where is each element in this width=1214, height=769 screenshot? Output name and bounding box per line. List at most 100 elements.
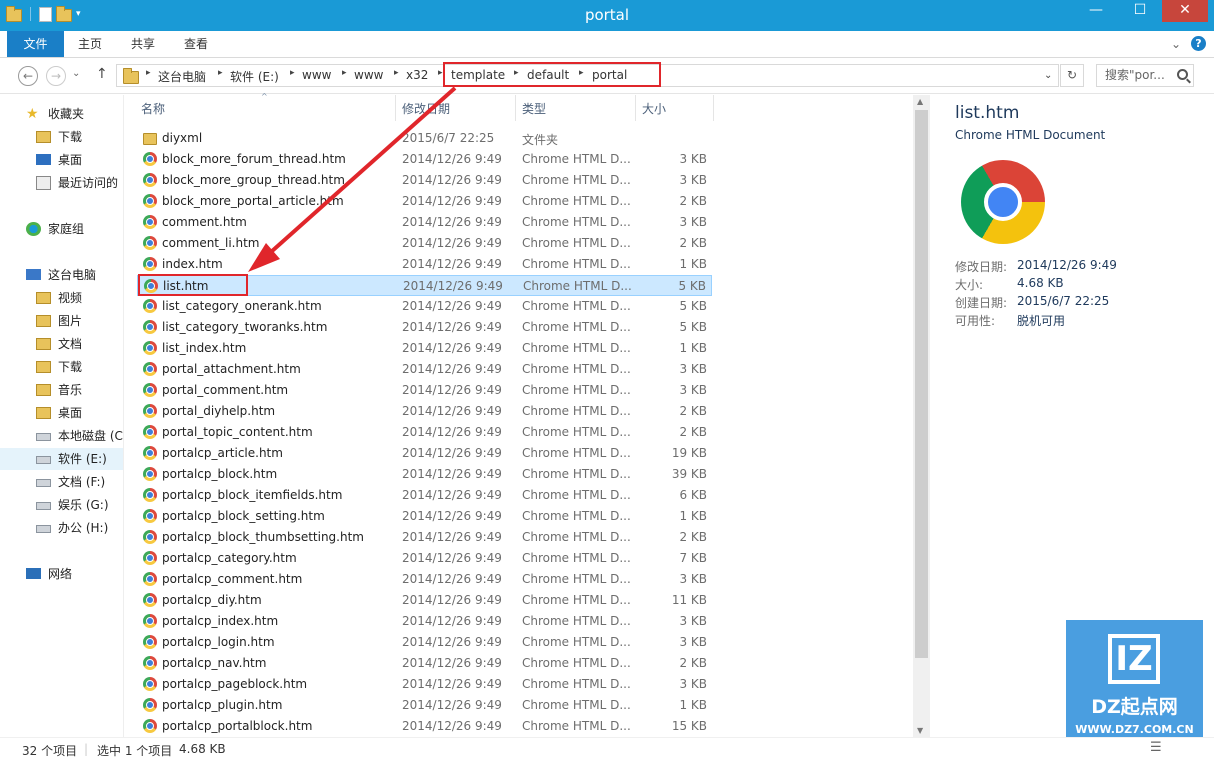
sidebar-item-label: 视频 — [58, 291, 83, 305]
file-row[interactable]: comment_li.htm 2014/12/26 9:49 Chrome HTML… — [137, 233, 712, 254]
breadcrumb-www[interactable]: www — [302, 68, 331, 82]
details-view-icon[interactable]: ☰ — [1150, 740, 1162, 755]
sidebar-item[interactable]: 本地磁盘 (C — [0, 425, 123, 447]
file-row[interactable]: portal_comment.htm 2014/12/26 9:49 Chrome … — [137, 380, 712, 401]
file-row[interactable]: block_more_group_thread.htm 2014/12/26 9:… — [137, 170, 712, 191]
sidebar-item[interactable]: ★ 收藏夹 — [0, 103, 123, 125]
file-row[interactable]: diyxml 2015/6/7 22:25 文件夹 — [137, 128, 712, 149]
chevron-right-icon: ▸ — [438, 68, 443, 78]
file-row[interactable]: portalcp_diy.htm 2014/12/26 9:49 Chrome HT… — [137, 590, 712, 611]
sidebar-item[interactable]: 家庭组 — [0, 218, 123, 240]
sidebar-item[interactable]: 这台电脑 — [0, 264, 123, 286]
file-row[interactable]: portal_diyhelp.htm 2014/12/26 9:49 Chrome … — [137, 401, 712, 422]
sidebar-item[interactable]: 下载 — [0, 356, 123, 378]
file-row[interactable]: portal_attachment.htm 2014/12/26 9:49 Chro… — [137, 359, 712, 380]
file-row[interactable]: portalcp_portalblock.htm 2014/12/26 9:49 C… — [137, 716, 712, 737]
scrollbar-thumb[interactable] — [915, 110, 928, 658]
breadcrumb-x32[interactable]: x32 — [406, 68, 428, 82]
details-file-type: Chrome HTML Document — [955, 128, 1106, 142]
column-header-size[interactable]: 大小 — [642, 100, 666, 117]
file-row[interactable]: portalcp_pageblock.htm 2014/12/26 9:49 Chr… — [137, 674, 712, 695]
breadcrumb-drive-e[interactable]: 软件 (E:) — [230, 68, 279, 85]
vertical-scrollbar[interactable]: ▲ ▼ — [913, 95, 930, 737]
column-divider[interactable] — [515, 95, 516, 121]
sidebar-item[interactable]: 软件 (E:) — [0, 448, 123, 470]
address-history-icon[interactable]: ⌄ — [1044, 70, 1052, 81]
file-type: Chrome HTML D... — [522, 719, 631, 733]
status-selected: 选中 1 个项目 — [97, 744, 173, 758]
file-type: Chrome HTML D... — [523, 279, 632, 293]
minimize-button[interactable]: — — [1074, 0, 1118, 22]
file-size: 3 KB — [679, 152, 707, 166]
file-size: 1 KB — [679, 341, 707, 355]
file-row[interactable]: portalcp_index.htm 2014/12/26 9:49 Chrome … — [137, 611, 712, 632]
file-row[interactable]: list_index.htm 2014/12/26 9:49 Chrome HTML… — [137, 338, 712, 359]
file-row[interactable]: portalcp_block_itemfields.htm 2014/12/26 … — [137, 485, 712, 506]
file-row[interactable]: index.htm 2014/12/26 9:49 Chrome HTML D...… — [137, 254, 712, 275]
file-row[interactable]: portalcp_article.htm 2014/12/26 9:49 Chrom… — [137, 443, 712, 464]
file-date: 2014/12/26 9:49 — [402, 509, 502, 523]
file-row[interactable]: portalcp_category.htm 2014/12/26 9:49 Chro… — [137, 548, 712, 569]
search-input[interactable]: 搜索"por... — [1096, 64, 1194, 87]
file-name: portalcp_comment.htm — [162, 572, 303, 586]
maximize-button[interactable]: ☐ — [1118, 0, 1162, 22]
column-header-name[interactable]: 名称 — [141, 100, 165, 117]
scroll-up-icon[interactable]: ▲ — [917, 97, 923, 106]
sort-indicator-icon: ^ — [261, 92, 268, 101]
file-row[interactable]: portalcp_block_setting.htm 2014/12/26 9:4… — [137, 506, 712, 527]
tab-home[interactable]: 主页 — [78, 31, 102, 57]
help-icon[interactable]: ? — [1191, 36, 1206, 51]
close-button[interactable]: ✕ — [1162, 0, 1208, 22]
column-divider[interactable] — [635, 95, 636, 121]
sidebar-item[interactable]: 视频 — [0, 287, 123, 309]
refresh-button[interactable]: ↻ — [1060, 64, 1084, 87]
back-button[interactable]: ← — [18, 66, 38, 86]
file-row[interactable]: portalcp_plugin.htm 2014/12/26 9:49 Chrome… — [137, 695, 712, 716]
tab-file[interactable]: 文件 — [7, 31, 64, 57]
sidebar-item[interactable]: 桌面 — [0, 149, 123, 171]
details-modified-label: 修改日期: — [955, 260, 1008, 274]
column-header-type[interactable]: 类型 — [522, 100, 546, 117]
file-row[interactable]: portalcp_nav.htm 2014/12/26 9:49 Chrome HT… — [137, 653, 712, 674]
file-row[interactable]: portalcp_login.htm 2014/12/26 9:49 Chrome … — [137, 632, 712, 653]
sidebar-item[interactable]: 桌面 — [0, 402, 123, 424]
sidebar-item[interactable]: 办公 (H:) — [0, 517, 123, 539]
sidebar-item[interactable]: 音乐 — [0, 379, 123, 401]
file-type: Chrome HTML D... — [522, 509, 631, 523]
tab-view[interactable]: 查看 — [184, 31, 208, 57]
tab-share[interactable]: 共享 — [131, 31, 155, 57]
breadcrumb-www-2[interactable]: www — [354, 68, 383, 82]
recent-locations-icon[interactable]: ⌄ — [72, 68, 80, 79]
scroll-down-icon[interactable]: ▼ — [917, 726, 923, 735]
sidebar-item[interactable]: 文档 — [0, 333, 123, 355]
file-row[interactable]: block_more_forum_thread.htm 2014/12/26 9:… — [137, 149, 712, 170]
sidebar-item[interactable]: 文档 (F:) — [0, 471, 123, 493]
folder-icon — [36, 292, 51, 304]
breadcrumb-this-pc[interactable]: 这台电脑 — [158, 68, 206, 85]
file-row[interactable]: list_category_tworanks.htm 2014/12/26 9:4… — [137, 317, 712, 338]
file-row[interactable]: portalcp_comment.htm 2014/12/26 9:49 Chrom… — [137, 569, 712, 590]
sidebar-item[interactable]: 最近访问的 — [0, 172, 123, 194]
file-row[interactable]: portalcp_block.htm 2014/12/26 9:49 Chrome … — [137, 464, 712, 485]
expand-ribbon-icon[interactable]: ⌄ — [1171, 37, 1181, 51]
file-date: 2014/12/26 9:49 — [402, 215, 502, 229]
chrome-file-icon — [143, 614, 157, 628]
ribbon: 文件 主页 共享 查看 ⌄ ? — [0, 31, 1214, 58]
column-divider[interactable] — [395, 95, 396, 121]
file-date: 2014/12/26 9:49 — [402, 698, 502, 712]
sidebar-item[interactable]: 网络 — [0, 563, 123, 585]
chrome-file-icon — [143, 320, 157, 334]
file-row[interactable]: block_more_portal_article.htm 2014/12/26 … — [137, 191, 712, 212]
file-row[interactable]: comment.htm 2014/12/26 9:49 Chrome HTML D.… — [137, 212, 712, 233]
sidebar-item[interactable]: 娱乐 (G:) — [0, 494, 123, 516]
column-divider[interactable] — [713, 95, 714, 121]
file-name: portalcp_portalblock.htm — [162, 719, 313, 733]
sidebar-item[interactable]: 图片 — [0, 310, 123, 332]
forward-button[interactable]: → — [46, 66, 66, 86]
column-header-date[interactable]: 修改日期 — [402, 100, 450, 117]
file-row[interactable]: portal_topic_content.htm 2014/12/26 9:49 C… — [137, 422, 712, 443]
up-button[interactable]: ↑ — [96, 66, 108, 82]
file-row[interactable]: list_category_onerank.htm 2014/12/26 9:49… — [137, 296, 712, 317]
file-row[interactable]: portalcp_block_thumbsetting.htm 2014/12/2… — [137, 527, 712, 548]
sidebar-item[interactable]: 下载 — [0, 126, 123, 148]
